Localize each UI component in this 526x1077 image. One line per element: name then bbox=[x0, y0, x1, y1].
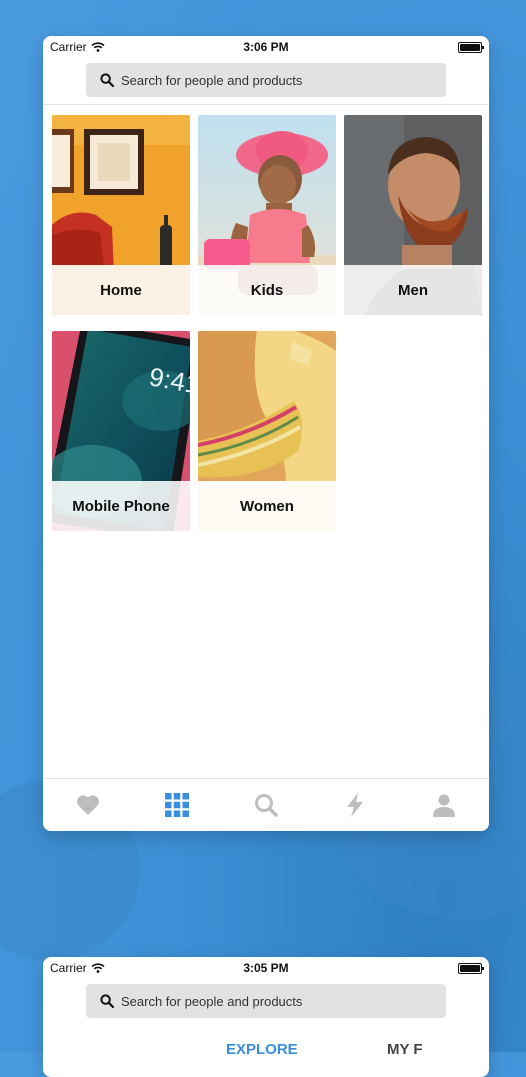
tab-explore-segment[interactable]: EXPLORE bbox=[226, 1041, 298, 1058]
category-tile-men[interactable]: Men bbox=[344, 115, 482, 315]
category-label: Kids bbox=[250, 281, 284, 299]
clock: 3:06 PM bbox=[243, 40, 289, 54]
phone-screen-explore: Carrier 3:06 PM Search for people and pr… bbox=[43, 36, 489, 831]
search-placeholder: Search for people and products bbox=[121, 72, 303, 88]
tile-label-band: Women bbox=[198, 481, 336, 531]
tab-favorites[interactable] bbox=[73, 791, 103, 819]
search-icon bbox=[100, 994, 114, 1008]
status-bar: Carrier 3:05 PM bbox=[43, 957, 489, 979]
tab-my-segment[interactable]: MY F bbox=[387, 1041, 423, 1058]
category-label: Men bbox=[398, 281, 428, 299]
search-icon bbox=[255, 794, 278, 817]
tile-label-band: Men bbox=[344, 265, 482, 315]
category-label: Home bbox=[100, 281, 142, 299]
search-placeholder: Search for people and products bbox=[121, 993, 303, 1009]
category-tile-mobile-phone[interactable]: 9:41 Mobile Phone bbox=[52, 331, 190, 531]
grid-icon bbox=[165, 793, 189, 817]
category-label: Women bbox=[240, 497, 294, 515]
clock: 3:05 PM bbox=[243, 961, 289, 975]
category-tile-women[interactable]: Women bbox=[198, 331, 336, 531]
search-icon bbox=[100, 73, 114, 87]
status-bar: Carrier 3:06 PM bbox=[43, 36, 489, 58]
heart-icon bbox=[77, 795, 99, 815]
tab-explore[interactable] bbox=[162, 791, 192, 819]
header-divider bbox=[43, 104, 489, 105]
tab-activity[interactable] bbox=[340, 791, 370, 819]
tile-label-band: Kids bbox=[198, 265, 336, 315]
search-input[interactable]: Search for people and products bbox=[86, 984, 446, 1018]
category-grid: Home Kids Men 9:41 Mobile Phone Women bbox=[52, 115, 482, 535]
search-input[interactable]: Search for people and products bbox=[86, 63, 446, 97]
phone-screen-explore-tabs: Carrier 3:05 PM Search for people and pr… bbox=[43, 957, 489, 1077]
tab-search[interactable] bbox=[251, 791, 281, 819]
tab-bar bbox=[43, 778, 489, 831]
category-tile-home[interactable]: Home bbox=[52, 115, 190, 315]
tile-label-band: Mobile Phone bbox=[52, 481, 190, 531]
lightning-icon bbox=[347, 793, 363, 817]
battery-icon bbox=[458, 963, 484, 974]
person-icon bbox=[433, 794, 455, 817]
category-tile-kids[interactable]: Kids bbox=[198, 115, 336, 315]
battery-icon bbox=[458, 42, 484, 53]
category-label: Mobile Phone bbox=[72, 497, 170, 515]
tab-profile[interactable] bbox=[429, 791, 459, 819]
tile-label-band: Home bbox=[52, 265, 190, 315]
